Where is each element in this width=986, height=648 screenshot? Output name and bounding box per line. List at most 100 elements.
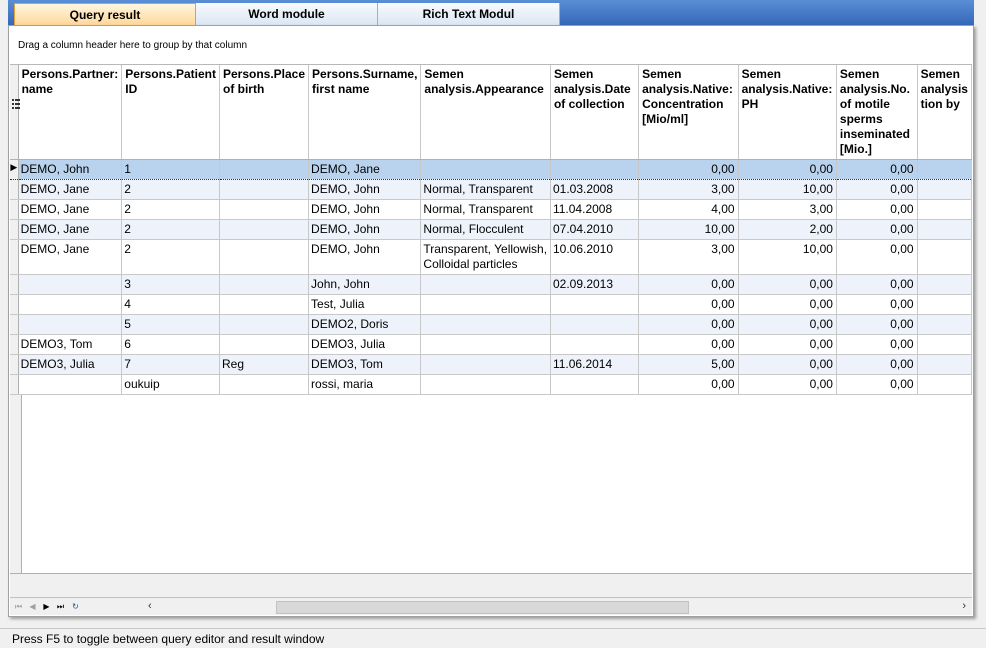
table-cell[interactable]: 10,00 <box>638 219 739 240</box>
table-cell[interactable] <box>550 334 640 355</box>
table-cell[interactable] <box>420 274 551 295</box>
table-cell[interactable] <box>917 179 972 200</box>
table-cell[interactable]: 0,00 <box>836 294 918 315</box>
table-cell[interactable]: 0,00 <box>738 374 837 395</box>
column-header[interactable]: Semen analysis.Appearance <box>420 65 551 160</box>
table-cell[interactable] <box>917 314 972 335</box>
table-cell[interactable]: 0,00 <box>836 199 918 220</box>
table-cell[interactable] <box>420 334 551 355</box>
table-cell[interactable] <box>917 239 972 275</box>
table-row[interactable]: oukuip rossi, maria 0,00 0,00 0,00 <box>10 374 972 395</box>
table-cell[interactable]: 3,00 <box>638 239 739 275</box>
table-cell[interactable]: 3 <box>121 274 220 295</box>
table-cell[interactable] <box>18 274 123 295</box>
row-indicator[interactable] <box>10 199 19 220</box>
table-cell[interactable]: 11.06.2014 <box>550 354 640 375</box>
group-by-hint[interactable]: Drag a column header here to group by th… <box>18 40 247 51</box>
table-cell[interactable]: 7 <box>121 354 220 375</box>
table-cell[interactable] <box>219 334 310 355</box>
table-cell[interactable]: DEMO, John <box>308 199 422 220</box>
table-cell[interactable]: 0,00 <box>836 354 918 375</box>
table-cell[interactable]: 02.09.2013 <box>550 274 640 295</box>
table-cell[interactable]: 5,00 <box>638 354 739 375</box>
table-row[interactable]: DEMO, Jane 2 DEMO, John Normal, Transparent… <box>10 199 972 220</box>
row-indicator[interactable] <box>10 334 19 355</box>
table-cell[interactable]: 0,00 <box>638 274 739 295</box>
table-cell[interactable]: Normal, Flocculent <box>420 219 551 240</box>
table-cell[interactable]: 2,00 <box>738 219 837 240</box>
table-cell[interactable]: 0,00 <box>836 314 918 335</box>
table-cell[interactable]: John, John <box>308 274 422 295</box>
column-header[interactable]: Semen analysis.Native: Concentration [Mi… <box>638 65 739 160</box>
row-indicator[interactable] <box>10 179 19 200</box>
table-cell[interactable]: 07.04.2010 <box>550 219 640 240</box>
table-cell[interactable]: rossi, maria <box>308 374 422 395</box>
table-row[interactable]: 4 Test, Julia 0,00 0,00 0,00 <box>10 294 972 315</box>
table-cell[interactable]: 0,00 <box>738 354 837 375</box>
table-cell[interactable]: Normal, Transparent <box>420 179 551 200</box>
table-row[interactable]: 3 John, John 02.09.2013 0,00 0,00 0,00 <box>10 274 972 295</box>
table-cell[interactable] <box>550 314 640 335</box>
column-header[interactable]: Persons.Surname, first name <box>308 65 422 160</box>
table-cell[interactable]: 2 <box>121 199 220 220</box>
table-cell[interactable] <box>219 239 310 275</box>
table-cell[interactable]: 2 <box>121 179 220 200</box>
table-cell[interactable]: 0,00 <box>836 374 918 395</box>
table-cell[interactable]: 6 <box>121 334 220 355</box>
table-cell[interactable] <box>917 274 972 295</box>
table-cell[interactable]: DEMO3, Julia <box>18 354 123 375</box>
table-cell[interactable]: DEMO, John <box>18 159 123 180</box>
table-cell[interactable]: 0,00 <box>836 159 918 180</box>
table-cell[interactable]: DEMO, John <box>308 239 422 275</box>
current-row-icon[interactable]: ▶ <box>10 159 19 180</box>
table-cell[interactable] <box>550 374 640 395</box>
table-cell[interactable] <box>550 294 640 315</box>
last-icon[interactable]: ⏭ <box>55 601 66 612</box>
table-cell[interactable] <box>219 199 310 220</box>
table-cell[interactable] <box>917 374 972 395</box>
row-indicator[interactable] <box>10 294 19 315</box>
table-cell[interactable] <box>219 314 310 335</box>
table-cell[interactable] <box>219 179 310 200</box>
column-header[interactable]: Semen analysis tion by <box>917 65 972 160</box>
tab-word-module[interactable]: Word module <box>196 3 378 25</box>
table-row[interactable]: DEMO3, Julia 7 Reg DEMO3, Tom 11.06.2014 5,00… <box>10 354 972 375</box>
next-icon[interactable]: ▶ <box>41 601 52 612</box>
table-cell[interactable] <box>18 314 123 335</box>
table-cell[interactable]: 2 <box>121 219 220 240</box>
table-cell[interactable] <box>420 314 551 335</box>
table-cell[interactable] <box>219 374 310 395</box>
table-cell[interactable]: 4 <box>121 294 220 315</box>
table-cell[interactable] <box>917 199 972 220</box>
column-header[interactable]: Persons.Place of birth <box>219 65 310 160</box>
table-cell[interactable]: 0,00 <box>738 294 837 315</box>
refresh-icon[interactable]: ↻ <box>70 601 81 612</box>
table-cell[interactable]: DEMO3, Tom <box>18 334 123 355</box>
first-icon[interactable]: ⏮ <box>13 601 24 612</box>
table-cell[interactable]: DEMO, Jane <box>18 179 123 200</box>
table-cell[interactable] <box>219 294 310 315</box>
table-cell[interactable]: 0,00 <box>738 334 837 355</box>
table-cell[interactable]: 10,00 <box>738 239 837 275</box>
column-header[interactable]: Persons.Partner: name <box>18 65 123 160</box>
table-cell[interactable]: 0,00 <box>738 159 837 180</box>
table-cell[interactable]: Transparent, Yellowish, Colloidal partic… <box>420 239 551 275</box>
table-cell[interactable]: 10,00 <box>738 179 837 200</box>
prev-icon[interactable]: ◀ <box>27 601 38 612</box>
table-cell[interactable]: 0,00 <box>836 274 918 295</box>
table-cell[interactable]: DEMO, John <box>308 179 422 200</box>
column-header[interactable]: Semen analysis.Native: PH <box>738 65 837 160</box>
table-cell[interactable] <box>219 159 310 180</box>
row-indicator[interactable] <box>10 354 19 375</box>
column-header[interactable]: Persons.Patient ID <box>121 65 220 160</box>
table-cell[interactable] <box>18 374 123 395</box>
table-cell[interactable]: 0,00 <box>836 179 918 200</box>
table-cell[interactable]: DEMO, Jane <box>18 199 123 220</box>
table-cell[interactable]: DEMO3, Tom <box>308 354 422 375</box>
table-cell[interactable]: 0,00 <box>638 374 739 395</box>
column-header[interactable]: Semen analysis.Date of collection <box>550 65 640 160</box>
table-cell[interactable]: 0,00 <box>836 239 918 275</box>
scroll-right-icon[interactable]: › <box>962 600 966 612</box>
table-row[interactable]: 5 DEMO2, Doris 0,00 0,00 0,00 <box>10 314 972 335</box>
row-indicator[interactable] <box>10 274 19 295</box>
